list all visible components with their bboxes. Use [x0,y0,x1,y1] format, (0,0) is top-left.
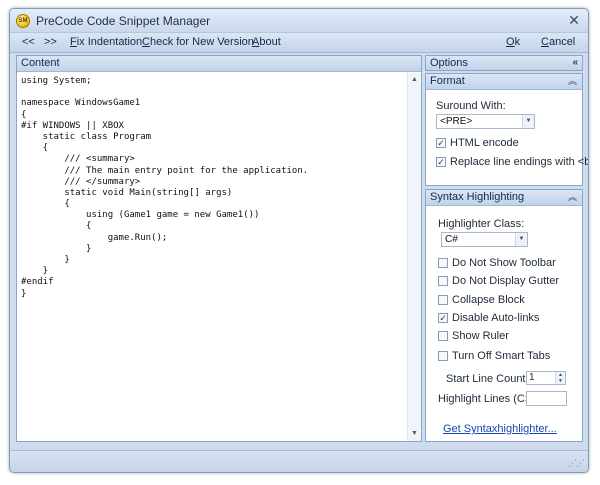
chevron-down-icon[interactable]: ▼ [522,115,534,128]
chevron-up-icon[interactable]: ︽ [568,74,577,89]
collapse-pane-icon[interactable]: « [572,56,578,70]
format-header-label: Format [430,75,465,87]
code-line: { [21,199,70,210]
code-line: } [21,288,27,299]
do-not-display-gutter-label: Do Not Display Gutter [452,275,559,287]
disable-auto-links-checkbox[interactable]: ✓ [438,313,448,323]
about-button[interactable]: About [252,36,281,48]
cancel-button[interactable]: Cancel [541,36,575,48]
code-line: { [21,221,92,232]
check-version-accel: C [142,36,150,48]
html-encode-checkbox[interactable]: ✓ [436,138,446,148]
format-group: Format ︽ Suround With: <PRE> ▼ ✓ HTML en… [425,73,588,186]
previous-button[interactable]: << [22,36,35,48]
code-editor[interactable]: using System; namespace WindowsGame1{#if … [17,73,407,441]
ok-label: k [514,36,521,48]
highlighter-class-value: C# [445,234,458,245]
spinner-buttons[interactable]: ▲ ▼ [555,372,565,384]
content-pane: Content using System; namespace WindowsGa… [16,55,422,442]
content-header: Content [17,56,421,72]
next-button[interactable]: >> [44,36,57,48]
surround-label: Suround With: [436,100,506,112]
code-vertical-scrollbar[interactable]: ▲ ▼ [407,73,421,441]
turn-off-smart-tabs-label: Turn Off Smart Tabs [452,350,551,362]
title-bar: SM PreCode Code Snippet Manager ✕ [10,9,588,33]
code-line: } [21,266,49,277]
code-line: } [21,243,92,254]
check-version-button[interactable]: Check for New Version [142,36,254,48]
do-not-show-toolbar-checkbox[interactable] [438,258,448,268]
content-header-label: Content [21,57,60,69]
scroll-down-arrow-icon[interactable]: ▼ [408,427,421,441]
code-line: /// The main entry point for the applica… [21,165,309,176]
close-button[interactable]: ✕ [566,12,582,28]
syntax-highlighting-group: Syntax Highlighting ︽ Highlighter Class:… [425,189,583,442]
status-bar: ⋰⋰ [10,450,588,472]
check-version-label: heck for New Version [149,36,254,48]
about-label: bout [259,36,281,48]
options-header: Options « [425,55,583,71]
options-pane: Options « Format ︽ Suround With: <PRE> ▼… [425,55,588,442]
spin-down-icon[interactable]: ▼ [556,378,565,384]
start-line-value: 1 [529,372,535,383]
scroll-up-arrow-icon[interactable]: ▲ [408,73,421,87]
replace-line-endings-checkbox[interactable]: ✓ [436,157,446,167]
app-logo-icon: SM [16,14,30,28]
syntax-header[interactable]: Syntax Highlighting ︽ [426,190,582,206]
highlight-lines-input[interactable] [526,391,567,406]
collapse-block-checkbox[interactable] [438,295,448,305]
replace-line-endings-label: Replace line endings with <br /> [450,156,588,168]
code-line: game.Run(); [21,232,168,243]
highlighter-class-select[interactable]: C# ▼ [441,232,528,247]
fix-indentation-accel: F [70,36,77,48]
do-not-show-toolbar-label: Do Not Show Toolbar [452,257,556,269]
start-line-spinner[interactable]: 1 ▲ ▼ [526,371,566,385]
code-line: namespace WindowsGame1 [21,98,141,109]
show-ruler-checkbox[interactable] [438,331,448,341]
window-title: PreCode Code Snippet Manager [36,14,211,28]
ok-accel: O [506,36,515,48]
code-line: } [21,255,70,265]
collapse-block-label: Collapse Block [452,294,525,306]
code-line: #if WINDOWS || XBOX [21,120,124,131]
resize-grip-icon[interactable]: ⋰⋰ [568,458,585,469]
ok-button[interactable]: Ok [506,36,520,48]
code-line: /// <summary> [21,154,135,165]
chevron-up-icon[interactable]: ︽ [568,190,577,205]
code-line: { [21,143,49,154]
turn-off-smart-tabs-checkbox[interactable] [438,351,448,361]
chevron-down-icon[interactable]: ▼ [515,233,527,246]
format-header[interactable]: Format ︽ [426,74,582,90]
surround-select[interactable]: <PRE> ▼ [436,114,535,129]
highlighter-class-label: Highlighter Class: [438,218,525,230]
cancel-label: ancel [548,36,576,48]
cancel-accel: C [541,36,549,48]
app-window: SM PreCode Code Snippet Manager ✕ << >> … [9,8,589,473]
surround-value: <PRE> [440,116,473,127]
fix-indentation-button[interactable]: Fix Indentation [70,36,142,48]
options-header-label: Options [430,57,468,69]
code-line: { [21,109,27,120]
show-ruler-label: Show Ruler [452,330,509,342]
html-encode-label: HTML encode [450,137,519,149]
do-not-display-gutter-checkbox[interactable] [438,276,448,286]
get-syntaxhighlighter-link[interactable]: Get Syntaxhighlighter... [443,423,557,435]
syntax-header-label: Syntax Highlighting [430,191,525,203]
code-line: #endif [21,277,54,288]
toolbar: << >> Fix Indentation Check for New Vers… [10,33,588,53]
code-line: static class Program [21,131,152,142]
code-line: using System; [21,76,92,86]
disable-auto-links-label: Disable Auto-links [452,312,540,324]
fix-indentation-label: ix Indentation [76,36,143,48]
code-line: using (Game1 game = new Game1()) [21,210,260,221]
code-line: /// </summary> [21,176,141,187]
code-line: static void Main(string[] args) [21,187,233,198]
